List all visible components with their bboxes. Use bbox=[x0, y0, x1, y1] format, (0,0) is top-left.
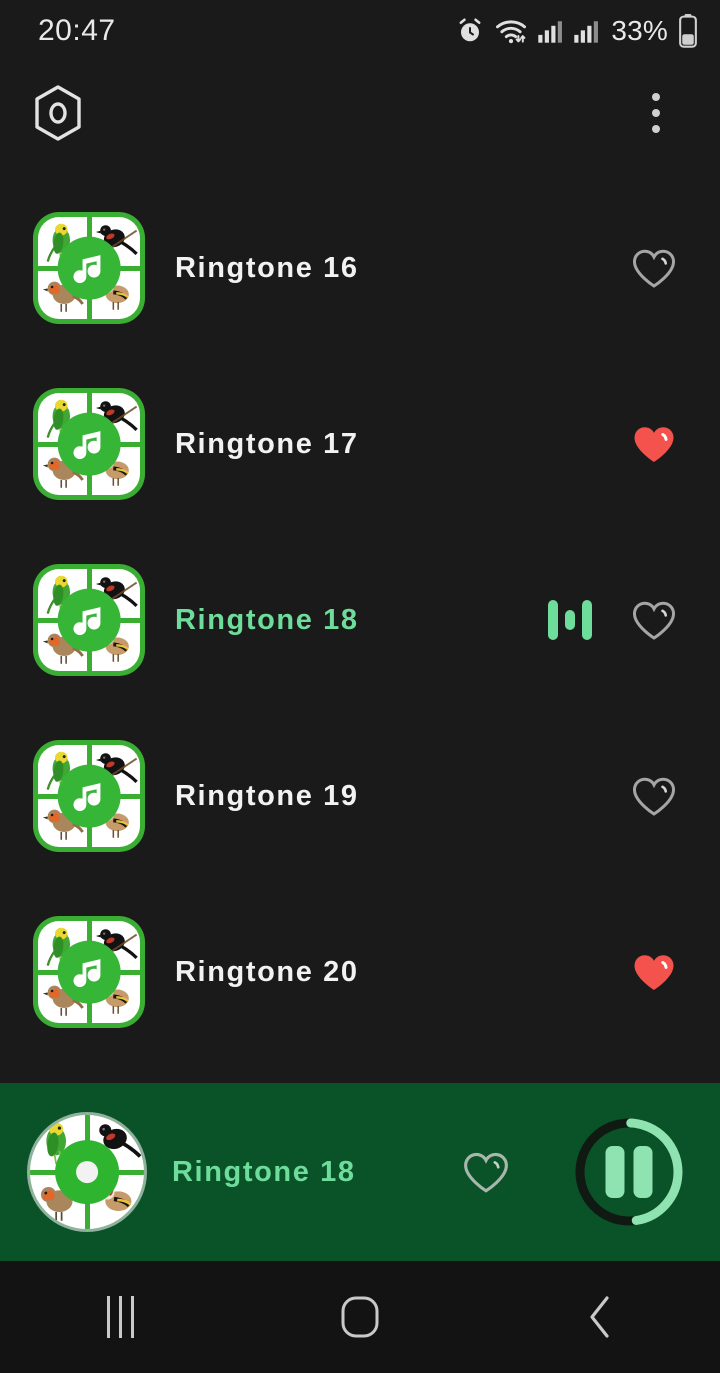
row-actions bbox=[628, 948, 680, 996]
list-item[interactable]: Ringtone 16 bbox=[0, 180, 720, 356]
status-icons: 33% bbox=[455, 14, 698, 48]
kebab-dot bbox=[652, 93, 660, 101]
list-item[interactable]: Ringtone 20 bbox=[0, 884, 720, 1060]
ringtone-list: Ringtone 16 Ringtone 17 Ringtone 18 Ring… bbox=[0, 180, 720, 1060]
play-pause-button[interactable] bbox=[572, 1115, 686, 1229]
list-item[interactable]: Ringtone 19 bbox=[0, 708, 720, 884]
row-actions bbox=[628, 420, 680, 468]
favorite-button-active[interactable] bbox=[628, 420, 680, 468]
music-note-icon bbox=[57, 236, 121, 300]
mini-player-bar[interactable]: Ringtone 18 bbox=[0, 1083, 720, 1261]
row-actions bbox=[628, 772, 680, 820]
row-actions bbox=[548, 596, 680, 644]
mini-player-title: Ringtone 18 bbox=[172, 1155, 356, 1188]
status-bar: 20:47 33% bbox=[0, 0, 720, 62]
list-item-playing[interactable]: Ringtone 18 bbox=[0, 532, 720, 708]
mini-player-favorite-button[interactable] bbox=[456, 1142, 516, 1202]
app-toolbar bbox=[0, 78, 720, 148]
app-screen: 20:47 33% Ringtone 16 Ringtone 17 Ringto… bbox=[0, 0, 720, 1373]
eq-bar bbox=[565, 610, 575, 630]
favorite-button[interactable] bbox=[628, 244, 680, 292]
pause-bar bbox=[633, 1146, 653, 1198]
ringtone-title: Ringtone 19 bbox=[175, 779, 359, 812]
recents-line bbox=[106, 1296, 110, 1338]
music-note-icon bbox=[57, 588, 121, 652]
battery-icon bbox=[678, 14, 698, 48]
eq-bar bbox=[548, 600, 558, 640]
home-icon[interactable] bbox=[300, 1277, 420, 1357]
ringtone-title: Ringtone 17 bbox=[175, 427, 359, 460]
signal-icon bbox=[537, 18, 563, 44]
ringtone-artwork bbox=[33, 740, 145, 852]
favorite-button[interactable] bbox=[628, 772, 680, 820]
ringtone-artwork bbox=[33, 916, 145, 1028]
more-vertical-icon[interactable] bbox=[638, 86, 674, 140]
hexagon-settings-icon[interactable] bbox=[30, 82, 86, 144]
ringtone-title: Ringtone 16 bbox=[175, 251, 359, 284]
favorite-button[interactable] bbox=[628, 596, 680, 644]
pause-bar bbox=[605, 1146, 625, 1198]
disc-hub bbox=[55, 1140, 119, 1204]
alarm-icon bbox=[455, 16, 485, 46]
music-note-icon bbox=[57, 940, 121, 1004]
recents-line bbox=[130, 1296, 134, 1338]
ringtone-title: Ringtone 20 bbox=[175, 955, 359, 988]
kebab-dot bbox=[652, 125, 660, 133]
ringtone-artwork bbox=[33, 564, 145, 676]
battery-percent-label: 33% bbox=[611, 15, 668, 46]
wifi-icon bbox=[495, 16, 527, 46]
system-nav-bar bbox=[0, 1261, 720, 1373]
pause-icon bbox=[605, 1146, 653, 1198]
favorite-button-active[interactable] bbox=[628, 948, 680, 996]
signal-icon bbox=[573, 18, 599, 44]
now-playing-equalizer-icon bbox=[548, 598, 592, 642]
recents-icon[interactable] bbox=[60, 1277, 180, 1357]
music-note-icon bbox=[57, 412, 121, 476]
music-note-icon bbox=[57, 764, 121, 828]
ringtone-title: Ringtone 18 bbox=[175, 603, 359, 636]
ringtone-artwork bbox=[33, 212, 145, 324]
eq-bar bbox=[582, 600, 592, 640]
row-actions bbox=[628, 244, 680, 292]
ringtone-artwork bbox=[33, 388, 145, 500]
status-clock: 20:47 bbox=[38, 14, 116, 47]
back-icon[interactable] bbox=[540, 1277, 660, 1357]
recents-line bbox=[118, 1296, 122, 1338]
kebab-dot bbox=[652, 109, 660, 117]
mini-player-artwork bbox=[30, 1115, 144, 1229]
list-item[interactable]: Ringtone 17 bbox=[0, 356, 720, 532]
